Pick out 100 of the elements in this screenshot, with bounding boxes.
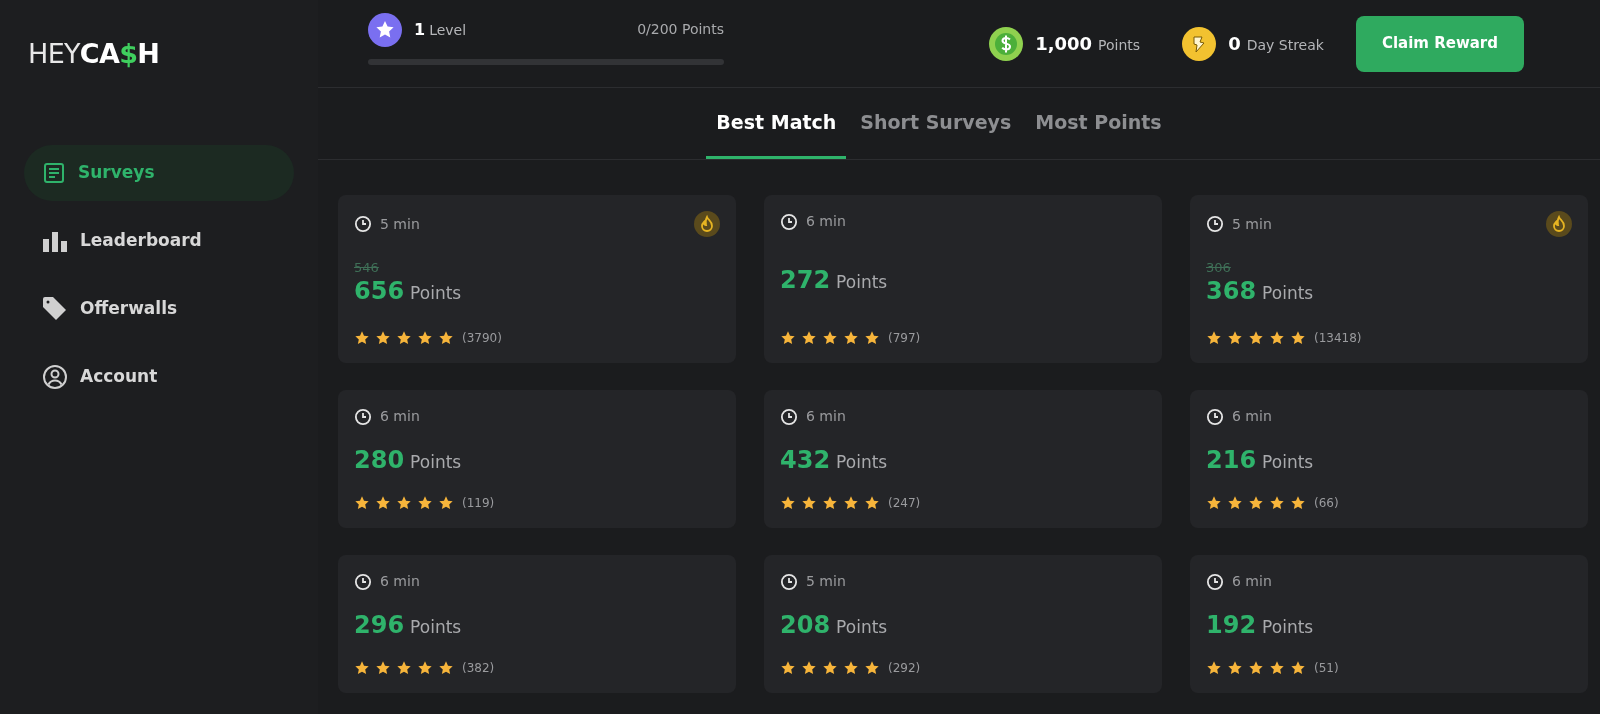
points-label: Points xyxy=(1262,451,1314,475)
tab[interactable]: Best Match xyxy=(706,88,847,159)
streak-value: 0 xyxy=(1228,32,1241,56)
star-icon xyxy=(1269,330,1285,346)
dollar-coin-icon xyxy=(989,26,1024,61)
clock-icon xyxy=(1206,215,1224,233)
star-icon xyxy=(843,495,859,511)
clock-icon xyxy=(354,215,372,233)
original-points-text: 306 xyxy=(1206,259,1232,276)
survey-card[interactable]: 6 min 272 Points (797) xyxy=(764,195,1162,363)
star-icon xyxy=(864,660,880,676)
star-icon xyxy=(780,660,796,676)
streak-icon xyxy=(1182,26,1217,61)
survey-card[interactable]: 5 min 306 368 Points (13418) xyxy=(1190,195,1588,363)
star-icon xyxy=(354,495,370,511)
points-value: 296 xyxy=(354,610,405,641)
points-value: 272 xyxy=(780,265,831,296)
star-icon xyxy=(822,495,838,511)
review-count: (797) xyxy=(888,330,921,347)
points-value: 216 xyxy=(1206,445,1257,476)
clock-icon xyxy=(780,572,798,591)
star-icon xyxy=(1227,330,1243,346)
clock-icon xyxy=(780,407,798,426)
star-icon xyxy=(354,660,370,676)
tab[interactable]: Most Points xyxy=(1025,88,1172,159)
star-icon xyxy=(438,660,454,676)
survey-card[interactable]: 5 min 208 Points (292) xyxy=(764,555,1162,693)
tab[interactable]: Short Surveys xyxy=(850,88,1022,159)
review-count: (247) xyxy=(888,495,921,512)
tag-icon xyxy=(42,296,68,322)
original-points-text: 546 xyxy=(354,259,380,276)
star-icon xyxy=(822,330,838,346)
star-icon xyxy=(780,495,796,511)
star-icon xyxy=(417,660,433,676)
survey-card[interactable]: 6 min 280 Points (119) xyxy=(338,390,736,528)
star-icon xyxy=(1248,660,1264,676)
clock-icon xyxy=(1206,407,1224,426)
star-icon xyxy=(1290,495,1306,511)
star-icon xyxy=(375,495,391,511)
star-icon xyxy=(396,330,412,346)
sidebar-item[interactable]: Surveys xyxy=(24,145,294,201)
clock-icon xyxy=(1206,572,1224,591)
star-icon xyxy=(1269,495,1285,511)
star-icon xyxy=(375,330,391,346)
progress-text: 0/200 Points xyxy=(637,20,724,39)
review-count: (292) xyxy=(888,660,921,677)
star-icon xyxy=(417,330,433,346)
sidebar-item[interactable]: Offerwalls xyxy=(24,281,294,337)
star-icon xyxy=(1227,495,1243,511)
star-icon xyxy=(801,495,817,511)
star-icon xyxy=(843,660,859,676)
survey-card[interactable]: 6 min 432 Points (247) xyxy=(764,390,1162,528)
star-icon xyxy=(375,660,391,676)
points-value: 280 xyxy=(354,445,405,476)
duration-text: 5 min xyxy=(806,572,846,591)
points-value: 192 xyxy=(1206,610,1257,641)
star-icon xyxy=(801,330,817,346)
duration-text: 6 min xyxy=(1232,407,1272,426)
clock-icon xyxy=(354,572,372,591)
star-icon xyxy=(801,660,817,676)
points-label: Points xyxy=(836,271,888,295)
sidebar-item[interactable]: Leaderboard xyxy=(24,213,294,269)
duration-text: 6 min xyxy=(806,212,846,231)
duration-text: 5 min xyxy=(380,214,420,234)
star-icon xyxy=(354,330,370,346)
review-count: (119) xyxy=(462,495,495,512)
review-count: (51) xyxy=(1314,660,1339,677)
star-icon xyxy=(864,495,880,511)
level-number: 1 xyxy=(414,18,426,41)
points-label: Points xyxy=(1262,616,1314,640)
star-badge-icon xyxy=(368,12,402,47)
balance-value: 1,000 xyxy=(1035,32,1093,56)
star-icon xyxy=(1290,330,1306,346)
logo[interactable]: HEYCA$H xyxy=(28,40,160,67)
clock-icon xyxy=(780,212,798,231)
sidebar-item[interactable]: Account xyxy=(24,349,294,405)
points-value: 208 xyxy=(780,610,831,641)
points-value: 432 xyxy=(780,445,831,476)
survey-card[interactable]: 5 min 546 656 Points (3790) xyxy=(338,195,736,363)
star-icon xyxy=(780,330,796,346)
survey-card[interactable]: 6 min 192 Points (51) xyxy=(1190,555,1588,693)
review-count: (3790) xyxy=(462,330,502,347)
star-icon xyxy=(1248,495,1264,511)
star-icon xyxy=(438,330,454,346)
clock-icon xyxy=(354,407,372,426)
star-icon xyxy=(396,495,412,511)
streak-label: Day Streak xyxy=(1246,36,1324,55)
survey-card[interactable]: 6 min 296 Points (382) xyxy=(338,555,736,693)
user-icon xyxy=(42,364,68,390)
points-label: Points xyxy=(836,451,888,475)
star-icon xyxy=(1206,330,1222,346)
star-icon xyxy=(417,495,433,511)
duration-text: 6 min xyxy=(380,572,420,591)
star-icon xyxy=(396,660,412,676)
bar-chart-icon xyxy=(42,229,68,253)
survey-card[interactable]: 6 min 216 Points (66) xyxy=(1190,390,1588,528)
duration-text: 5 min xyxy=(1232,214,1272,234)
star-icon xyxy=(822,660,838,676)
level-label: Level xyxy=(429,20,467,40)
star-icon xyxy=(438,495,454,511)
